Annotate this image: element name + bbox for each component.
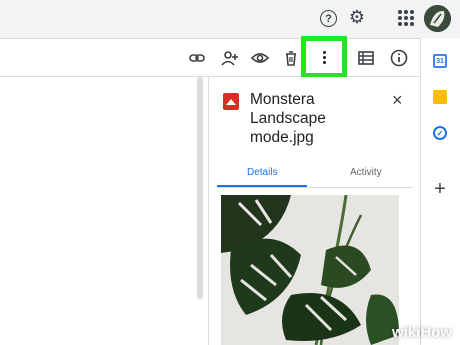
tab-details[interactable]: Details [247, 167, 278, 178]
share-person-add-icon[interactable] [221, 49, 239, 67]
watermark: wikiHow [391, 324, 452, 341]
file-list-pane [0, 77, 208, 345]
help-icon[interactable]: ? [320, 10, 337, 27]
scrollbar[interactable] [197, 77, 203, 299]
info-icon[interactable] [390, 49, 408, 67]
avatar[interactable] [424, 5, 451, 32]
more-vertical-icon [322, 50, 326, 64]
tasks-icon[interactable]: ✓ [433, 126, 447, 140]
tab-divider [217, 187, 413, 188]
apps-grid-icon[interactable] [398, 10, 414, 26]
details-panel: Monstera Landscape mode.jpg × Details Ac… [208, 77, 420, 345]
tab-activity[interactable]: Activity [350, 167, 382, 178]
calendar-icon[interactable]: 31 [433, 54, 447, 68]
file-toolbar [0, 39, 420, 77]
file-name: Monstera Landscape mode.jpg [250, 91, 326, 146]
side-panel-rail: 31 ✓ + [420, 38, 460, 345]
close-icon[interactable]: × [392, 90, 403, 111]
image-file-icon [223, 93, 239, 110]
top-bar: ? ⚙ [0, 0, 460, 38]
image-preview[interactable] [221, 195, 399, 345]
add-addon-icon[interactable]: + [433, 178, 447, 200]
trash-icon[interactable] [282, 49, 300, 67]
keep-icon[interactable] [433, 90, 447, 104]
details-list-icon[interactable] [357, 49, 375, 67]
gear-icon[interactable]: ⚙ [347, 7, 367, 27]
more-actions-button[interactable] [301, 36, 347, 78]
preview-eye-icon[interactable] [251, 49, 269, 67]
help-glyph: ? [325, 12, 332, 25]
link-icon[interactable] [188, 49, 206, 67]
